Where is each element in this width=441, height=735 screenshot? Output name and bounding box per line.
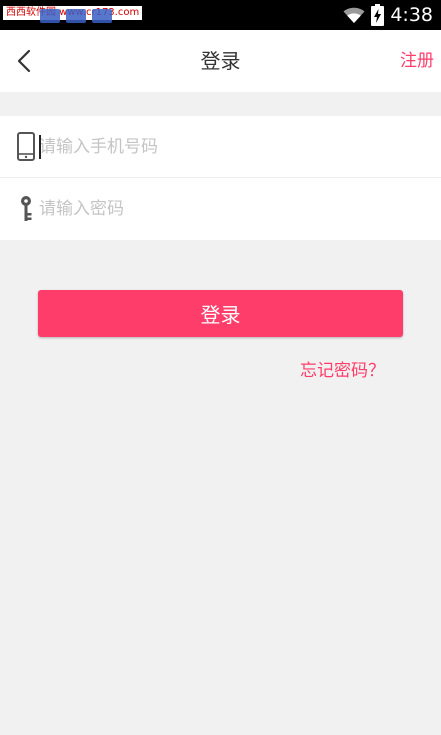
- battery-charging-icon: [371, 4, 385, 26]
- page-title: 登录: [200, 49, 241, 73]
- register-link[interactable]: 注册: [400, 30, 434, 92]
- back-icon[interactable]: [10, 46, 40, 76]
- forgot-password-link[interactable]: 忘记密码？: [300, 356, 385, 381]
- notification-icon: [40, 9, 60, 23]
- status-right: 4:38: [343, 2, 433, 28]
- phone-input[interactable]: [39, 130, 419, 164]
- notification-icons: [40, 9, 112, 23]
- notification-icon: [92, 9, 112, 23]
- text-cursor: [39, 135, 41, 159]
- login-button[interactable]: 登录: [38, 290, 403, 337]
- header: 登录 注册: [0, 30, 441, 92]
- login-form: [0, 116, 441, 240]
- clock: 4:38: [390, 4, 433, 26]
- notification-icon: [66, 9, 86, 23]
- phone-row: [0, 116, 441, 178]
- status-bar: 西西软件园 www.cr173.com 4:38: [0, 0, 441, 30]
- wifi-icon: [343, 7, 365, 23]
- phone-icon: [17, 132, 35, 161]
- key-icon: [21, 196, 32, 221]
- password-row: [0, 178, 441, 240]
- password-input[interactable]: [39, 192, 419, 226]
